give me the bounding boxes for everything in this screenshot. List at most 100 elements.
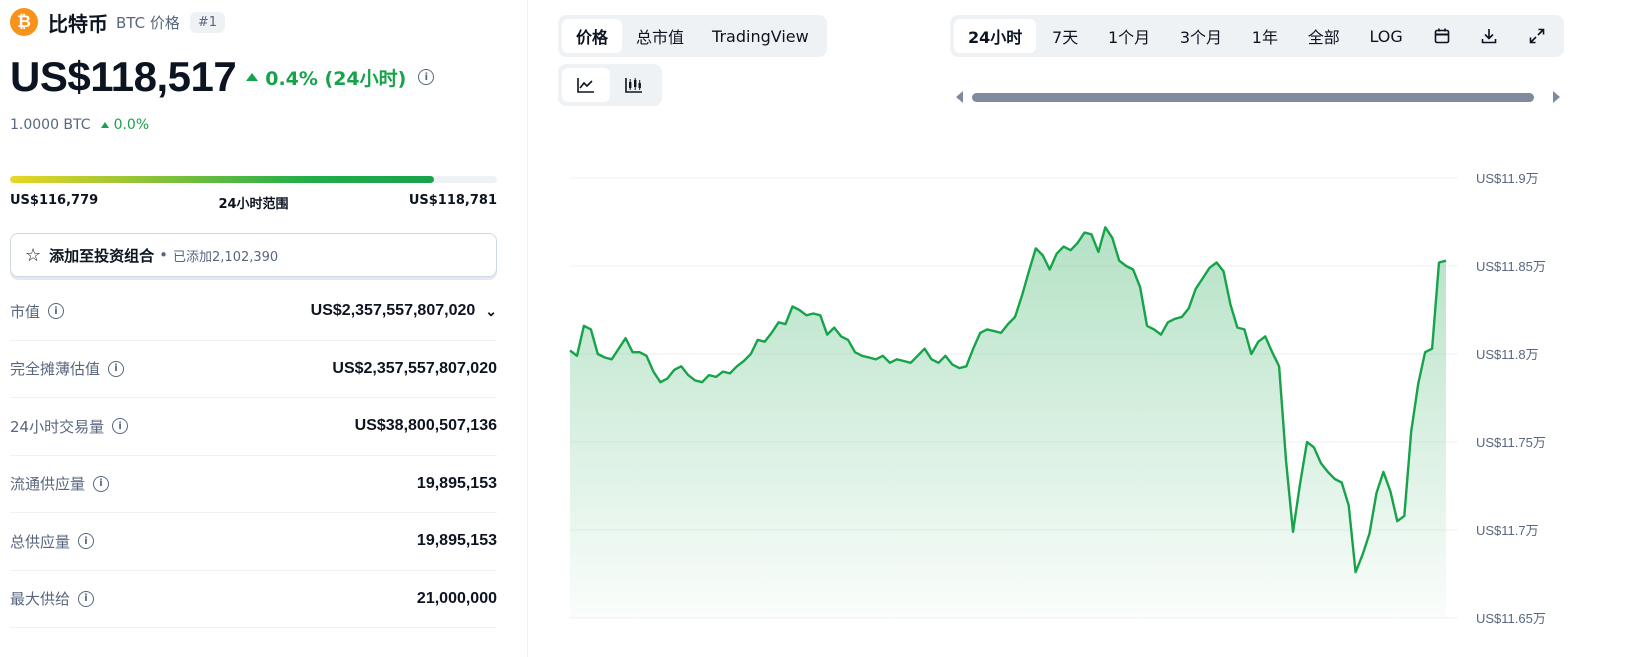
stat-value: US$2,357,557,807,020 bbox=[332, 360, 497, 378]
tab-range-24h[interactable]: 24小时 bbox=[954, 19, 1037, 53]
info-icon[interactable]: i bbox=[78, 533, 95, 550]
up-triangle-icon bbox=[100, 122, 109, 128]
tab-range-1y[interactable]: 1年 bbox=[1238, 19, 1292, 53]
chart-range-tabs: 24小时 7天 1个月 3个月 1年 全部 LOG bbox=[950, 15, 1564, 57]
tab-price[interactable]: 价格 bbox=[562, 19, 623, 53]
coin-symbol-label: BTC 价格 bbox=[116, 13, 180, 32]
price-change-24h: 0.4% (24小时) bbox=[246, 64, 406, 91]
stat-row: 最大供给 i 21,000,000 bbox=[10, 571, 497, 628]
chart-view-toggle bbox=[558, 64, 662, 106]
line-chart-icon bbox=[577, 78, 594, 93]
current-price: US$118,517 bbox=[10, 53, 237, 100]
info-icon[interactable]: i bbox=[418, 69, 435, 85]
y-tick-label: US$11.7万 bbox=[1476, 523, 1539, 538]
scroll-right-icon[interactable] bbox=[1553, 91, 1560, 103]
range-high: US$118,781 bbox=[408, 193, 497, 208]
coin-name: 比特币 bbox=[48, 11, 108, 36]
tab-range-all[interactable]: 全部 bbox=[1294, 19, 1354, 53]
download-icon bbox=[1481, 29, 1497, 44]
y-tick-label: US$11.75万 bbox=[1476, 435, 1546, 450]
stat-label: 完全摊薄估值 i bbox=[10, 358, 125, 379]
info-icon[interactable]: i bbox=[48, 303, 65, 320]
stat-label-text: 市值 bbox=[10, 302, 41, 321]
stat-value: 19,895,153 bbox=[417, 475, 497, 493]
stat-value-text: US$2,357,557,807,020 bbox=[332, 359, 497, 377]
price-change-text: 0.4% (24小时) bbox=[265, 67, 407, 90]
stat-value: 19,895,153 bbox=[417, 532, 497, 550]
candlestick-icon bbox=[625, 78, 642, 93]
tab-log-scale[interactable]: LOG bbox=[1355, 19, 1416, 53]
range-24h-bar bbox=[10, 176, 497, 183]
stat-value-text: 21,000,000 bbox=[416, 589, 497, 607]
y-tick-label: US$11.9万 bbox=[1476, 171, 1539, 186]
range-24h-fill bbox=[10, 176, 434, 183]
expand-icon bbox=[1529, 28, 1545, 44]
stat-value-text: US$2,357,557,807,020 bbox=[310, 302, 476, 320]
stat-value: US$2,357,557,807,020 ⌄ bbox=[311, 302, 497, 320]
price-chart[interactable]: US$11.9万 US$11.85万 US$11.8万 US$11.75万 US$11.… bbox=[560, 150, 1626, 657]
tab-tradingview[interactable]: TradingView bbox=[698, 19, 823, 53]
stat-label-text: 流通供应量 bbox=[10, 475, 86, 494]
range-label: 24小时范围 bbox=[218, 197, 289, 212]
tab-range-3m[interactable]: 3个月 bbox=[1166, 19, 1236, 53]
add-to-portfolio-button[interactable]: ☆ 添加至投资组合 • 已添加2,102,390 bbox=[10, 233, 497, 277]
stat-value: 21,000,000 bbox=[417, 590, 497, 608]
chart-type-tabs: 价格 总市值 TradingView bbox=[558, 15, 827, 57]
info-icon[interactable]: i bbox=[112, 418, 129, 435]
calendar-icon bbox=[1434, 28, 1449, 44]
coin-stats-list: 市值 i US$2,357,557,807,020 ⌄ 完全摊薄估值 i US$2,357,… bbox=[10, 283, 497, 628]
btc-change-text: 0.0% bbox=[113, 117, 150, 133]
rank-badge: #1 bbox=[189, 11, 225, 33]
btc-change: 0.0% bbox=[100, 117, 150, 133]
stat-label: 总供应量 i bbox=[10, 531, 95, 552]
add-to-portfolio-label: 添加至投资组合 bbox=[49, 246, 155, 265]
price-row: US$118,517 0.4% (24小时) i bbox=[10, 52, 435, 102]
stat-label: 流通供应量 i bbox=[10, 473, 110, 494]
stat-label-text: 最大供给 bbox=[10, 590, 71, 609]
tab-range-7d[interactable]: 7天 bbox=[1038, 19, 1092, 53]
btc-value: 1.0000 BTC bbox=[10, 117, 91, 133]
stat-row: 总供应量 i 19,895,153 bbox=[10, 513, 497, 571]
bitcoin-logo-icon: ₿ bbox=[10, 8, 38, 36]
y-tick-label: US$11.8万 bbox=[1476, 347, 1539, 362]
portfolio-added-count: 已添加2,102,390 bbox=[173, 249, 279, 265]
line-chart-button[interactable] bbox=[562, 68, 610, 102]
download-button[interactable] bbox=[1466, 19, 1512, 53]
chart-range-scrollbar[interactable] bbox=[956, 88, 1560, 106]
stat-row[interactable]: 市值 i US$2,357,557,807,020 ⌄ bbox=[10, 283, 497, 341]
stat-label: 市值 i bbox=[10, 301, 65, 322]
tab-range-1m[interactable]: 1个月 bbox=[1094, 19, 1164, 53]
price-area bbox=[570, 227, 1446, 619]
fullscreen-button[interactable] bbox=[1514, 19, 1560, 53]
info-icon[interactable]: i bbox=[93, 475, 110, 492]
stat-label-text: 24小时交易量 bbox=[10, 417, 105, 436]
y-axis-ticks: US$11.9万 US$11.85万 US$11.8万 US$11.75万 US$11.… bbox=[1476, 171, 1546, 626]
y-tick-label: US$11.65万 bbox=[1476, 611, 1546, 626]
stat-label: 24小时交易量 i bbox=[10, 416, 129, 437]
stat-value: US$38,800,507,136 bbox=[355, 417, 497, 435]
range-24h-labels: US$116,779 24小时范围 US$118,781 bbox=[10, 193, 497, 212]
candlestick-button[interactable] bbox=[610, 68, 658, 102]
scroll-left-icon[interactable] bbox=[956, 91, 963, 103]
range-low: US$116,779 bbox=[10, 193, 99, 208]
info-icon[interactable]: i bbox=[78, 590, 95, 607]
stat-label-text: 总供应量 bbox=[10, 532, 71, 551]
stat-value-text: US$38,800,507,136 bbox=[354, 417, 497, 435]
stat-row: 24小时交易量 i US$38,800,507,136 bbox=[10, 398, 497, 456]
coin-info-panel: ₿ 比特币 BTC 价格 #1 US$118,517 0.4% (24小时) i… bbox=[0, 0, 528, 657]
scroll-thumb[interactable] bbox=[972, 93, 1534, 102]
coin-header: ₿ 比特币 BTC 价格 #1 bbox=[10, 8, 225, 36]
stat-label-text: 完全摊薄估值 bbox=[10, 360, 101, 379]
info-icon[interactable]: i bbox=[108, 360, 125, 377]
stat-value-text: 19,895,153 bbox=[416, 474, 497, 492]
tab-market-cap[interactable]: 总市值 bbox=[622, 19, 698, 53]
stat-label: 最大供给 i bbox=[10, 588, 95, 609]
calendar-button[interactable] bbox=[1419, 19, 1465, 53]
stat-row: 完全摊薄估值 i US$2,357,557,807,020 bbox=[10, 341, 497, 398]
up-triangle-icon bbox=[246, 73, 259, 81]
star-icon: ☆ bbox=[25, 244, 42, 266]
chevron-down-icon[interactable]: ⌄ bbox=[485, 303, 497, 320]
y-tick-label: US$11.85万 bbox=[1476, 259, 1546, 274]
stat-row: 流通供应量 i 19,895,153 bbox=[10, 456, 497, 513]
stat-value-text: 19,895,153 bbox=[416, 532, 497, 550]
